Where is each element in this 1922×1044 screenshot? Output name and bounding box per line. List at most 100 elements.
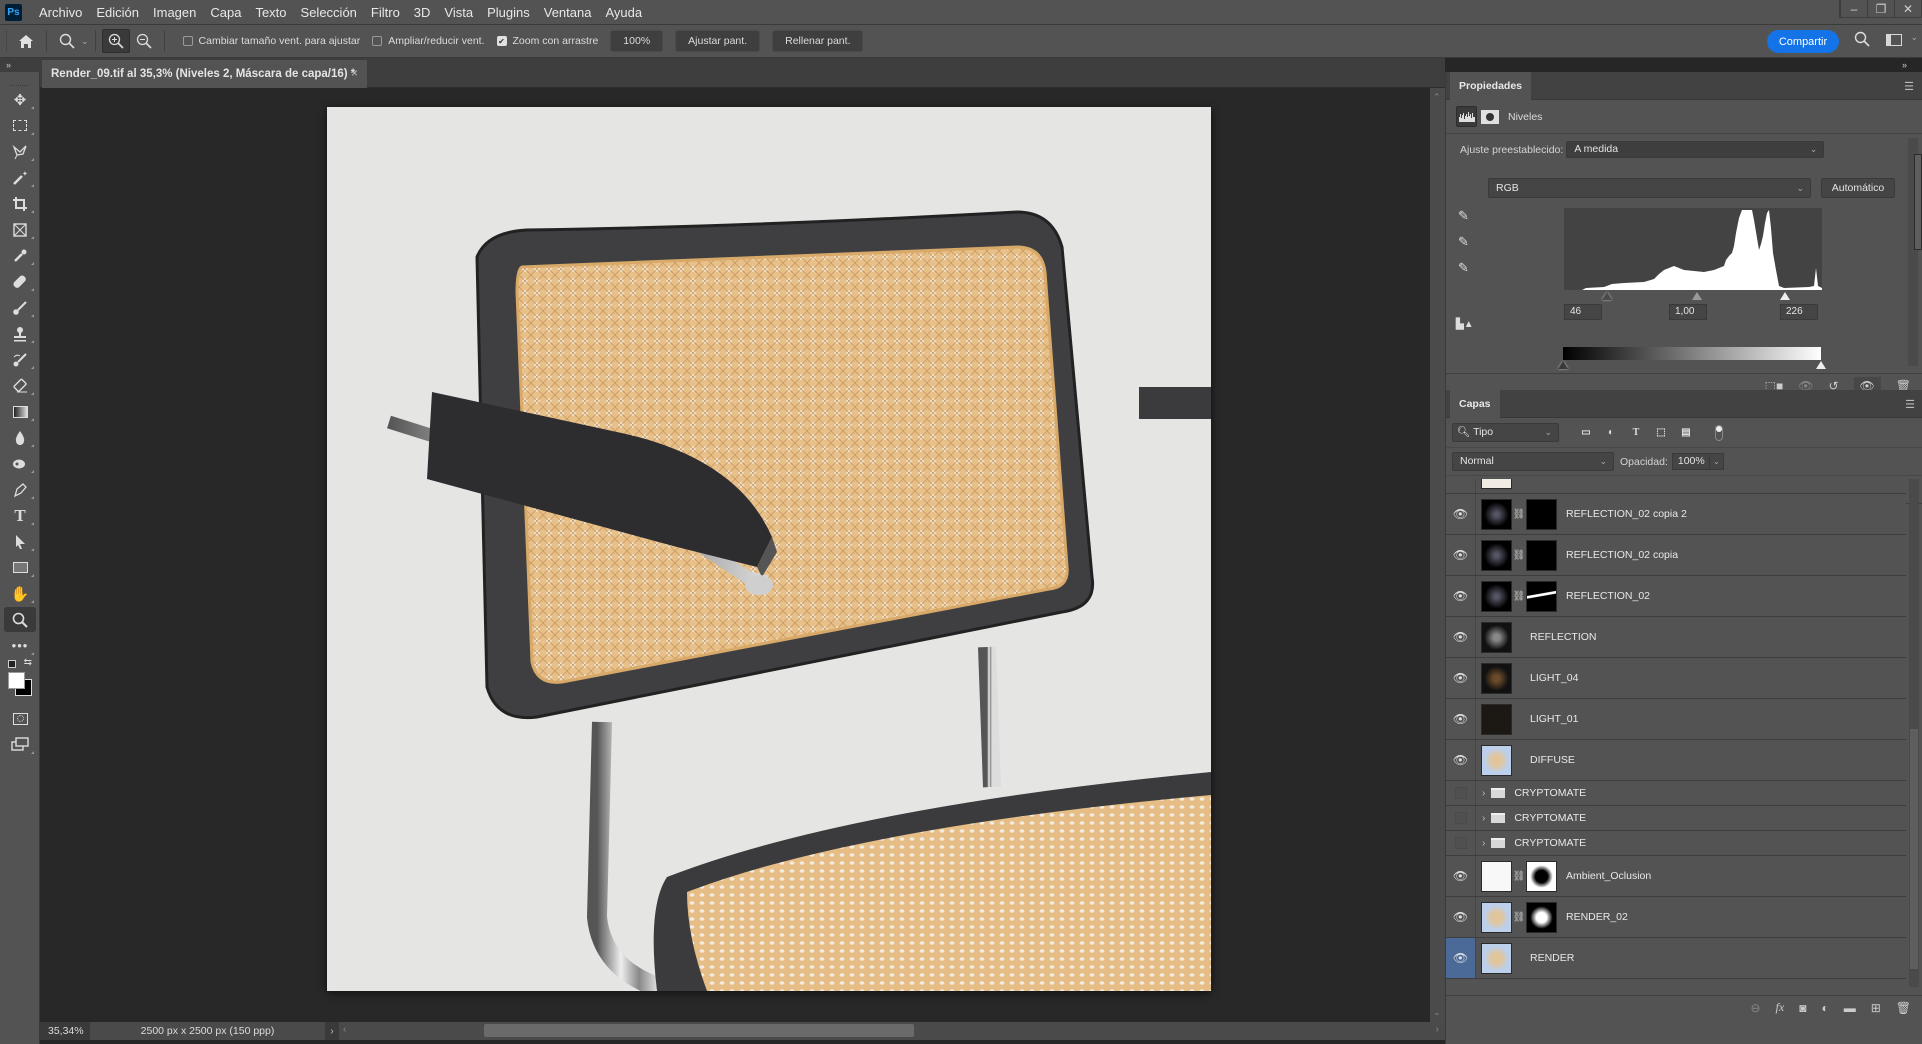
healing-brush-tool-icon[interactable]	[4, 269, 36, 294]
checkbox-box[interactable]	[182, 36, 193, 46]
menu-ayuda[interactable]: Ayuda	[598, 0, 649, 25]
eye-icon[interactable]: 👁	[1446, 494, 1476, 534]
opacity-field[interactable]: 100%	[1671, 453, 1710, 470]
link-icon[interactable]: ⛓	[1512, 871, 1526, 882]
layer-name[interactable]: REFLECTION_02 copia	[1566, 549, 1678, 561]
link-icon[interactable]: ⛓	[1512, 591, 1526, 602]
eye-icon[interactable]: 👁	[1446, 740, 1476, 780]
input-black-field[interactable]: 46	[1564, 304, 1602, 320]
pen-tool-icon[interactable]	[4, 477, 36, 502]
tab-layers[interactable]: Capas	[1450, 390, 1500, 418]
properties-scrollbar[interactable]	[1908, 138, 1922, 366]
magic-wand-tool-icon[interactable]: ✦	[4, 165, 36, 190]
rectangle-tool-icon[interactable]	[4, 555, 36, 580]
layer-row[interactable]: 👁 LIGHT_04	[1446, 658, 1906, 699]
layer-name[interactable]: CRYPTOMATE	[1514, 837, 1586, 849]
layer-group-row[interactable]: › CRYPTOMATE	[1446, 781, 1906, 806]
new-adjustment-layer-icon[interactable]: ◐	[1821, 1001, 1828, 1015]
scroll-up-icon[interactable]: ⌃	[1433, 92, 1441, 103]
more-tools-icon[interactable]: •••	[4, 633, 36, 658]
link-icon[interactable]: ⛓	[1512, 550, 1526, 561]
menu-archivo[interactable]: Archivo	[32, 0, 89, 25]
layer-row[interactable]: 👁 ⛓ RENDER_02	[1446, 897, 1906, 938]
layer-name[interactable]: LIGHT_04	[1530, 672, 1578, 684]
auto-button[interactable]: Automático	[1821, 178, 1895, 198]
input-gamma-field[interactable]: 1,00	[1669, 304, 1707, 320]
layer-row[interactable]: 👁 ⛓ REFLECTION_02 copia 2	[1446, 494, 1906, 535]
layer-name[interactable]: RENDER_02	[1566, 911, 1628, 923]
channel-dropdown[interactable]: RGB ⌄	[1488, 178, 1811, 198]
layer-row[interactable]: 👁 DIFFUSE	[1446, 740, 1906, 781]
filter-type-icon[interactable]: T	[1629, 426, 1643, 440]
scrubby-zoom-checkbox[interactable]: ✔ Zoom con arrastre	[496, 35, 598, 47]
white-point-eyedropper-icon[interactable]: ✎	[1458, 260, 1469, 276]
foreground-color-swatch[interactable]	[8, 672, 25, 689]
layer-mask-thumbnail[interactable]	[1526, 901, 1557, 933]
expand-group-icon[interactable]: ›	[1482, 838, 1485, 849]
collapse-toolbar-button[interactable]: »	[0, 58, 40, 72]
eye-icon[interactable]: 👁	[1446, 479, 1476, 493]
scroll-left-icon[interactable]: ‹	[343, 1024, 346, 1035]
blend-mode-dropdown[interactable]: Normal ⌄	[1452, 452, 1614, 471]
search-icon[interactable]	[1854, 31, 1870, 51]
quick-mask-icon[interactable]	[4, 706, 36, 731]
layer-name[interactable]: CRYPTOMATE	[1514, 787, 1586, 799]
menu-texto[interactable]: Texto	[248, 0, 293, 25]
default-colors-icon[interactable]	[8, 660, 16, 668]
dodge-tool-icon[interactable]	[4, 451, 36, 476]
document-canvas[interactable]	[327, 107, 1211, 991]
swap-colors-icon[interactable]: ⇆	[24, 657, 32, 668]
link-icon[interactable]: ⛓	[1512, 509, 1526, 520]
layer-name[interactable]: Ambient_Oclusion	[1566, 870, 1651, 882]
path-selection-tool-icon[interactable]	[4, 529, 36, 554]
layer-name[interactable]: RENDER	[1530, 952, 1574, 964]
layer-mask-thumbnail[interactable]	[1526, 580, 1557, 612]
new-layer-icon[interactable]: ⊞	[1871, 1001, 1881, 1015]
layer-name[interactable]: REFLECTION	[1530, 631, 1597, 643]
layer-mask-thumbnail[interactable]	[1526, 498, 1557, 530]
layers-scroll-thumb[interactable]	[1910, 729, 1918, 969]
layer-name[interactable]: REFLECTION_02	[1566, 590, 1650, 602]
horizontal-scroll-thumb[interactable]	[484, 1024, 914, 1037]
layer-mask-thumbnail[interactable]	[1526, 860, 1557, 892]
delete-layer-icon[interactable]: 🗑	[1896, 1001, 1911, 1015]
move-tool-icon[interactable]: ✥	[4, 87, 36, 112]
tab-properties[interactable]: Propiedades	[1450, 72, 1532, 100]
chevron-down-icon[interactable]: ⌄	[81, 36, 89, 47]
zoom-in-icon[interactable]	[101, 29, 130, 53]
zoom-tool-icon[interactable]	[4, 607, 36, 632]
layer-name[interactable]: DIFFUSE	[1530, 754, 1575, 766]
eye-icon[interactable]: 👁	[1446, 897, 1476, 937]
filter-pixel-icon[interactable]: ▭	[1579, 426, 1593, 440]
close-tab-icon[interactable]: ×	[351, 66, 358, 80]
layer-row[interactable]: 👁 ⛓ Ambient_Oclusion	[1446, 856, 1906, 897]
checkbox-box-checked[interactable]: ✔	[496, 36, 507, 46]
stamp-tool-icon[interactable]	[4, 321, 36, 346]
share-button[interactable]: Compartir	[1767, 30, 1839, 53]
gray-point-eyedropper-icon[interactable]: ✎	[1458, 234, 1469, 250]
properties-scroll-thumb[interactable]	[1914, 154, 1922, 250]
scroll-down-icon[interactable]: ⌄	[1433, 1007, 1441, 1018]
eye-icon[interactable]: 👁	[1446, 617, 1476, 657]
vertical-scrollbar[interactable]: ⌃ ⌄	[1430, 88, 1445, 1022]
menu-imagen[interactable]: Imagen	[146, 0, 203, 25]
layer-row[interactable]: 👁 ⛓ REFLECTION_02	[1446, 576, 1906, 617]
menu-3d[interactable]: 3D	[407, 0, 438, 25]
toolbar-grip[interactable]	[10, 72, 29, 86]
link-layers-icon[interactable]: ⊖	[1750, 1001, 1760, 1015]
eye-icon[interactable]: 👁	[1446, 658, 1476, 698]
home-icon[interactable]	[12, 29, 40, 53]
layer-name[interactable]: REFLECTION_02 copia 2	[1566, 508, 1687, 520]
hand-tool-icon[interactable]: ✋	[4, 581, 36, 606]
layer-row[interactable]: 👁 ⛓ REFLECTION_02 copia	[1446, 535, 1906, 576]
expand-group-icon[interactable]: ›	[1482, 788, 1485, 799]
eye-icon[interactable]: 👁	[1446, 856, 1476, 896]
filter-smart-object-icon[interactable]: ▤	[1679, 426, 1693, 440]
menu-vista[interactable]: Vista	[437, 0, 480, 25]
collapse-panels-button[interactable]: »	[1902, 58, 1922, 72]
menu-plugins[interactable]: Plugins	[480, 0, 537, 25]
eye-icon[interactable]: 👁	[1446, 535, 1476, 575]
checkbox-box[interactable]	[372, 36, 383, 46]
eye-icon[interactable]: 👁	[1446, 576, 1476, 616]
clipping-warning-icon[interactable]: ▙▲	[1456, 319, 1474, 330]
